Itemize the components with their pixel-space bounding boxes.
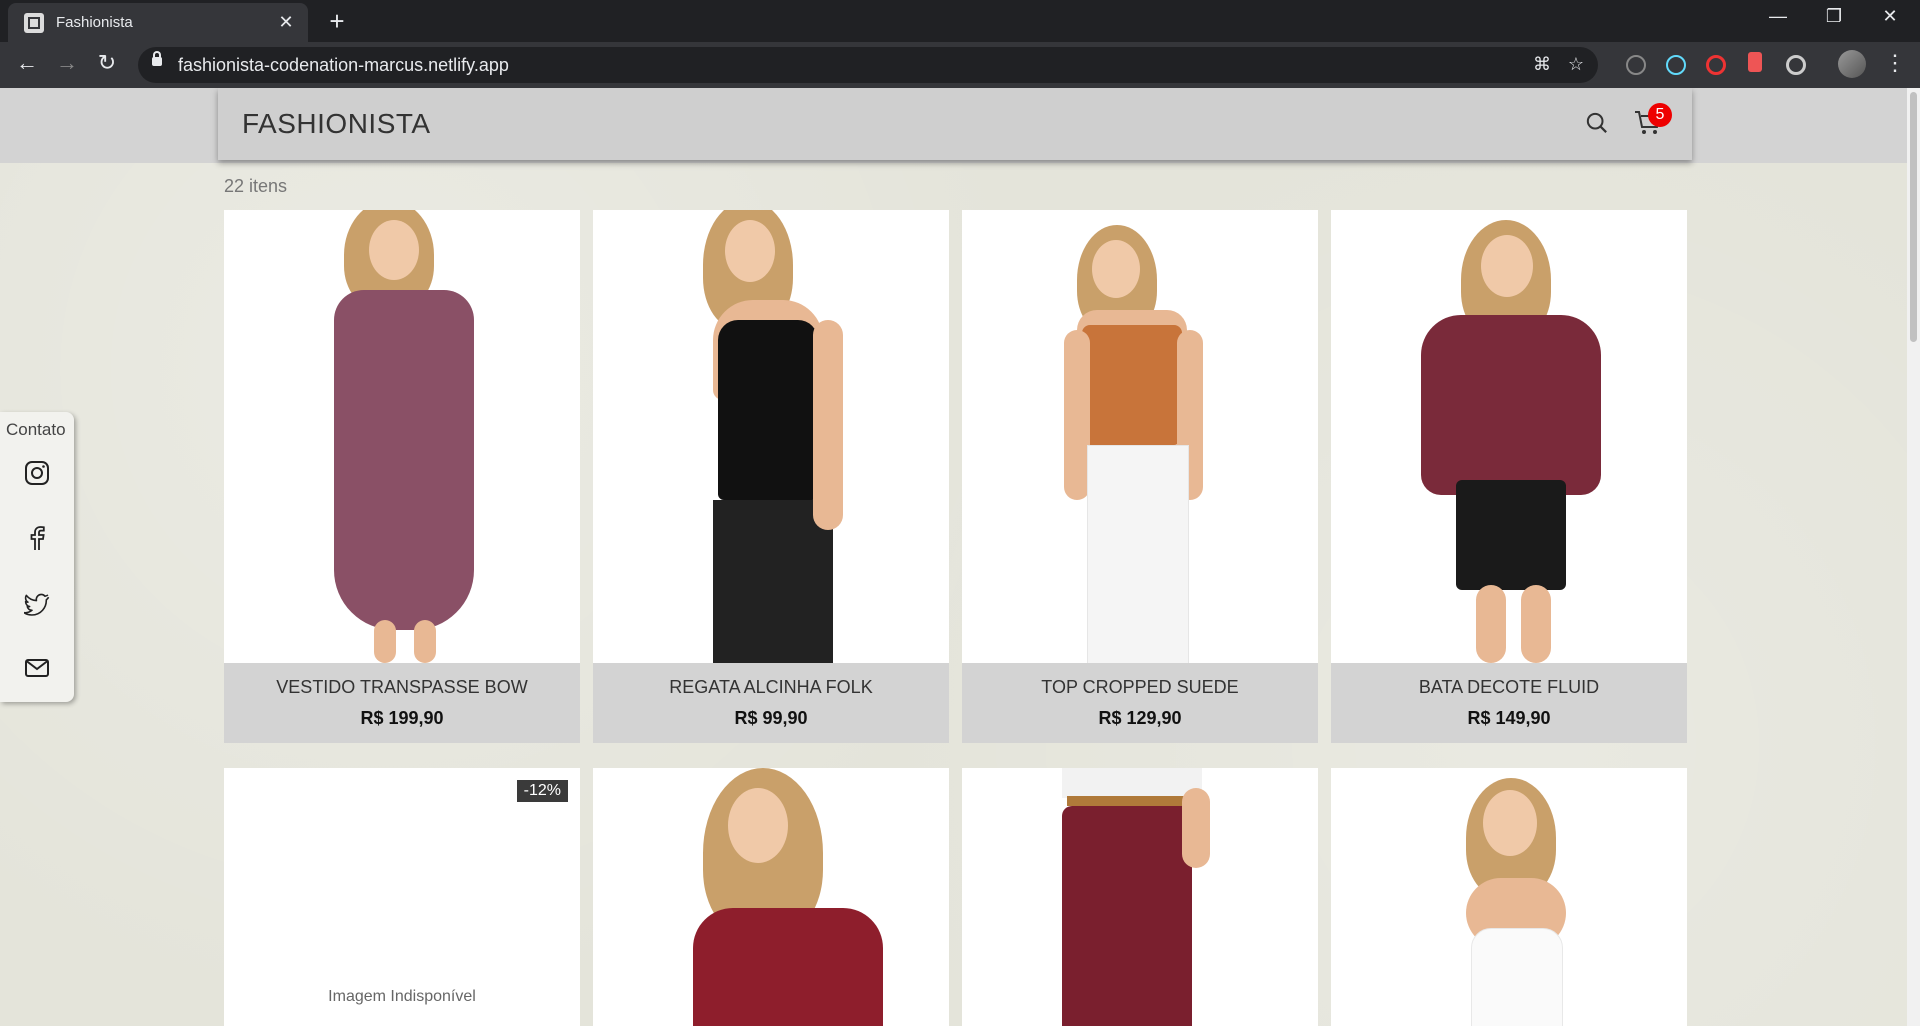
product-name: TOP CROPPED SUEDE: [1041, 677, 1239, 697]
product-image-placeholder[interactable]: -12% Imagem Indisponível: [224, 768, 580, 1026]
scrollbar-thumb[interactable]: [1910, 92, 1917, 342]
extension-icon[interactable]: [1626, 55, 1646, 75]
extension-target-icon[interactable]: [1786, 55, 1806, 75]
product-name: REGATA ALCINHA FOLK: [669, 677, 873, 697]
product-image[interactable]: [224, 210, 580, 663]
product-card[interactable]: [593, 768, 949, 1026]
mail-icon[interactable]: [24, 655, 50, 681]
product-image[interactable]: [1331, 768, 1687, 1026]
close-window-button[interactable]: ✕: [1870, 6, 1910, 27]
extension-red-icon[interactable]: [1706, 55, 1726, 75]
product-image[interactable]: [593, 210, 949, 663]
favicon-icon: [24, 12, 44, 33]
product-image[interactable]: [593, 768, 949, 1026]
product-card[interactable]: [962, 768, 1318, 1026]
contact-title: Contato: [6, 420, 66, 439]
product-info: REGATA ALCINHA FOLK R$ 99,90: [593, 663, 949, 743]
translate-icon[interactable]: ⌘: [1530, 54, 1554, 75]
minimize-button[interactable]: —: [1758, 6, 1798, 27]
product-price: R$ 199,90: [360, 708, 444, 728]
product-card[interactable]: VESTIDO TRANSPASSE BOW R$ 199,90: [224, 210, 580, 743]
menu-kebab-icon[interactable]: ⋮: [1884, 50, 1906, 76]
tab-title: Fashionista: [56, 14, 133, 31]
new-tab-button[interactable]: +: [322, 6, 352, 37]
close-tab-icon[interactable]: ✕: [274, 12, 298, 33]
restore-button[interactable]: ❐: [1814, 6, 1854, 27]
bookmark-star-icon[interactable]: ☆: [1564, 54, 1588, 75]
instagram-icon[interactable]: [24, 460, 50, 486]
product-card[interactable]: [1331, 768, 1687, 1026]
profile-avatar[interactable]: [1838, 50, 1866, 78]
browser-chrome: Fashionista ✕ + — ❐ ✕ ← → ↻ fashionista-…: [0, 0, 1920, 88]
product-name: BATA DECOTE FLUID: [1418, 677, 1600, 697]
product-info: VESTIDO TRANSPASSE BOW R$ 199,90: [224, 663, 580, 743]
reload-icon[interactable]: ↻: [92, 50, 122, 76]
search-icon[interactable]: [1586, 112, 1608, 134]
product-image[interactable]: [962, 768, 1318, 1026]
twitter-icon[interactable]: [24, 590, 50, 616]
browser-toolbar: ← → ↻ fashionista-codenation-marcus.netl…: [0, 42, 1920, 88]
back-icon[interactable]: ←: [12, 50, 42, 76]
product-price: R$ 99,90: [734, 708, 808, 728]
page: FASHIONISTA 5 22 itens VESTIDO TRANSPASS…: [0, 88, 1907, 1026]
lock-icon: [152, 51, 162, 66]
product-image[interactable]: [1331, 210, 1687, 663]
product-card[interactable]: BATA DECOTE FLUID R$ 149,90: [1331, 210, 1687, 743]
product-info: BATA DECOTE FLUID R$ 149,90: [1331, 663, 1687, 743]
react-devtools-icon[interactable]: [1666, 55, 1686, 75]
browser-tab[interactable]: Fashionista ✕: [8, 3, 308, 42]
cart-count-badge: 5: [1648, 103, 1672, 127]
brand-logo[interactable]: FASHIONISTA: [242, 108, 431, 140]
product-info: TOP CROPPED SUEDE R$ 129,90: [962, 663, 1318, 743]
product-card[interactable]: TOP CROPPED SUEDE R$ 129,90: [962, 210, 1318, 743]
product-image[interactable]: [962, 210, 1318, 663]
product-price: R$ 149,90: [1467, 708, 1551, 728]
product-name: VESTIDO TRANSPASSE BOW: [276, 677, 528, 697]
lighthouse-icon[interactable]: [1748, 52, 1762, 72]
forward-icon[interactable]: →: [52, 50, 82, 76]
url-text: fashionista-codenation-marcus.netlify.ap…: [178, 55, 509, 75]
page-scrollbar[interactable]: [1907, 88, 1920, 1026]
facebook-icon[interactable]: [24, 525, 50, 551]
address-bar[interactable]: fashionista-codenation-marcus.netlify.ap…: [138, 47, 1598, 83]
contact-sidebar: Contato: [0, 412, 74, 702]
item-count: 22 itens: [224, 176, 288, 196]
site-header: FASHIONISTA 5: [218, 88, 1692, 160]
discount-badge: -12%: [516, 780, 568, 802]
tab-bar: Fashionista ✕ + — ❐ ✕: [0, 0, 1920, 42]
product-card[interactable]: -12% Imagem Indisponível: [224, 768, 580, 1026]
image-unavailable-text: Imagem Indisponível: [328, 988, 476, 1005]
product-card[interactable]: REGATA ALCINHA FOLK R$ 99,90: [593, 210, 949, 743]
product-price: R$ 129,90: [1098, 708, 1182, 728]
